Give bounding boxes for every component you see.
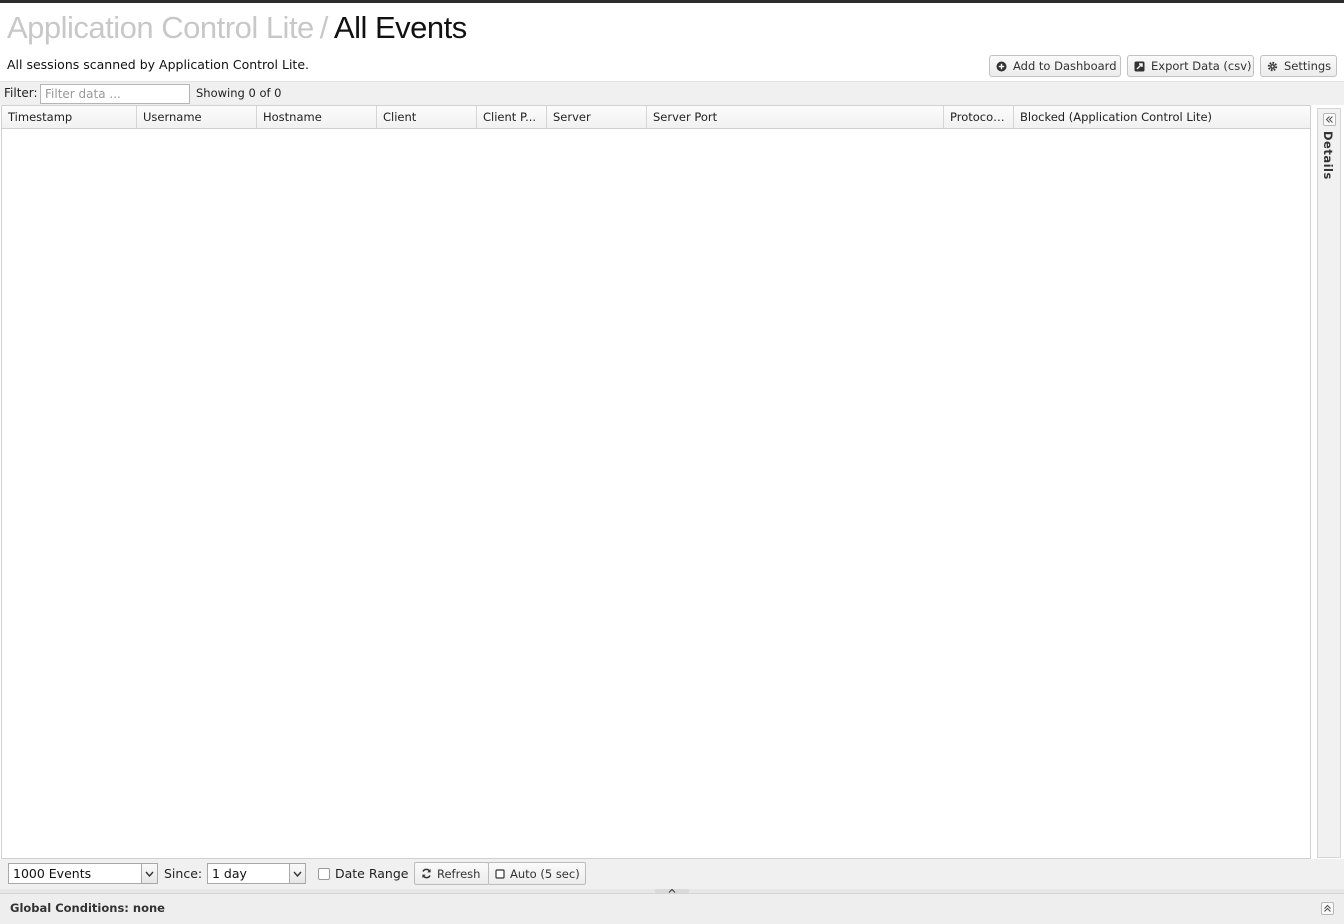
settings-label: Settings bbox=[1284, 59, 1332, 73]
double-chevron-up-icon bbox=[1324, 904, 1331, 912]
gear-icon bbox=[1267, 61, 1278, 72]
column-header-server-port[interactable]: Server Port bbox=[647, 106, 944, 128]
breadcrumb-separator: / bbox=[319, 10, 329, 45]
auto-refresh-button[interactable]: Auto (5 sec) bbox=[488, 862, 586, 885]
settings-button[interactable]: Settings bbox=[1260, 55, 1337, 77]
export-data-button[interactable]: Export Data (csv) bbox=[1127, 55, 1254, 77]
column-header-username[interactable]: Username bbox=[137, 106, 257, 128]
grid-header: Timestamp Username Hostname Client Clien… bbox=[2, 106, 1310, 129]
plus-circle-icon bbox=[996, 61, 1007, 72]
auto-refresh-label: Auto (5 sec) bbox=[510, 866, 580, 881]
chevron-down-icon[interactable] bbox=[289, 864, 305, 883]
external-link-icon bbox=[1134, 61, 1145, 72]
details-label: Details bbox=[1321, 131, 1335, 180]
column-header-timestamp[interactable]: Timestamp bbox=[2, 106, 137, 128]
events-grid: Timestamp Username Hostname Client Clien… bbox=[1, 105, 1311, 859]
column-header-protocol[interactable]: Protocol... bbox=[944, 106, 1014, 128]
column-header-server[interactable]: Server bbox=[547, 106, 647, 128]
checkbox-unchecked-icon bbox=[495, 868, 505, 879]
filter-label: Filter: bbox=[4, 86, 38, 100]
add-to-dashboard-button[interactable]: Add to Dashboard bbox=[989, 55, 1121, 77]
double-chevron-left-icon bbox=[1325, 116, 1333, 123]
expand-global-conditions-button[interactable] bbox=[1321, 902, 1334, 915]
column-header-client[interactable]: Client bbox=[377, 106, 477, 128]
date-range-checkbox[interactable] bbox=[318, 868, 330, 880]
top-accent-bar bbox=[0, 0, 1344, 3]
add-to-dashboard-label: Add to Dashboard bbox=[1013, 59, 1117, 73]
column-header-blocked[interactable]: Blocked (Application Control Lite) bbox=[1014, 106, 1310, 128]
since-label: Since: bbox=[164, 866, 203, 881]
details-panel[interactable]: Details bbox=[1317, 108, 1341, 858]
global-conditions-text: Global Conditions: none bbox=[10, 901, 165, 915]
breadcrumb-app-name[interactable]: Application Control Lite bbox=[7, 10, 314, 45]
since-value: 1 day bbox=[212, 866, 247, 881]
events-limit-value: 1000 Events bbox=[13, 866, 92, 881]
filter-bar: Filter: Showing 0 of 0 bbox=[0, 81, 1344, 105]
report-description: All sessions scanned by Application Cont… bbox=[7, 57, 309, 72]
showing-count: Showing 0 of 0 bbox=[196, 86, 282, 100]
report-name: All Events bbox=[333, 10, 467, 45]
export-data-label: Export Data (csv) bbox=[1151, 59, 1252, 73]
refresh-button[interactable]: Refresh bbox=[414, 862, 489, 885]
refresh-label: Refresh bbox=[437, 866, 481, 881]
since-select[interactable]: 1 day bbox=[207, 863, 306, 884]
events-limit-select[interactable]: 1000 Events bbox=[8, 863, 158, 884]
page-title: Application Control Lite / All Events bbox=[7, 8, 467, 48]
column-header-client-port[interactable]: Client P... bbox=[477, 106, 547, 128]
expand-details-button[interactable] bbox=[1323, 113, 1336, 126]
chevron-down-icon[interactable] bbox=[141, 864, 157, 883]
filter-input[interactable] bbox=[40, 84, 190, 104]
bottom-toolbar: 1000 Events Since: 1 day Date Range Refr… bbox=[0, 859, 1344, 889]
column-header-hostname[interactable]: Hostname bbox=[257, 106, 377, 128]
date-range-label[interactable]: Date Range bbox=[335, 866, 408, 881]
refresh-icon bbox=[421, 868, 432, 879]
global-conditions-bar: Global Conditions: none bbox=[0, 893, 1344, 924]
